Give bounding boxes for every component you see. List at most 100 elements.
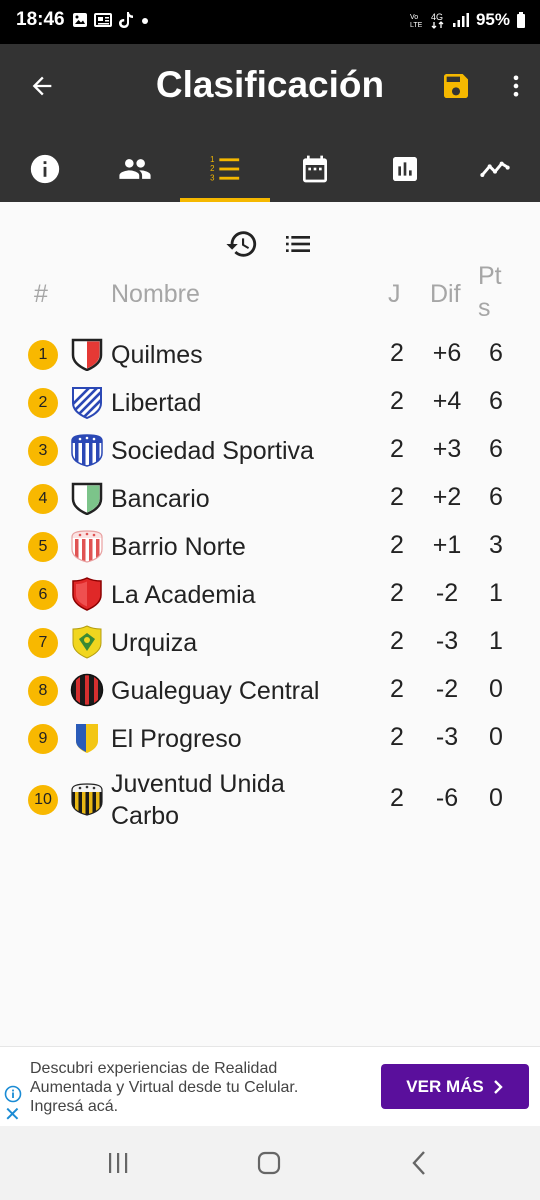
status-bar: 18:46 Vo LTE 4G 95% xyxy=(0,0,540,44)
ad-text-line: Aumentada y Virtual desde tu Celular. xyxy=(30,1079,299,1096)
difference-value: +6 xyxy=(432,339,462,367)
ad-cta-button[interactable]: VER MÁS xyxy=(381,1064,529,1109)
home-button[interactable] xyxy=(249,1146,289,1180)
save-button[interactable] xyxy=(436,66,476,106)
view-toolbar xyxy=(224,226,316,262)
bancario-crest xyxy=(71,482,103,515)
info-icon xyxy=(30,154,60,184)
save-icon xyxy=(444,74,468,98)
dot-icon xyxy=(142,18,148,24)
points-value: 3 xyxy=(489,531,503,559)
trend-icon xyxy=(480,161,510,177)
difference-value: -3 xyxy=(435,723,459,751)
table-row[interactable]: 4 Bancario 2 +2 6 xyxy=(0,475,540,523)
ad-close-icon[interactable]: ✕ xyxy=(4,1105,21,1125)
gualeguay-central-crest xyxy=(70,673,104,707)
position-badge: 3 xyxy=(28,436,58,466)
points-value: 6 xyxy=(489,435,503,463)
notification-icons xyxy=(72,11,150,29)
history-button[interactable] xyxy=(224,226,260,262)
tab-stats[interactable] xyxy=(360,136,450,202)
svg-text:Vo: Vo xyxy=(410,14,418,21)
table-row[interactable]: 8 Gualeguay Central 2 -2 0 xyxy=(0,667,540,715)
position-badge: 6 xyxy=(28,580,58,610)
position-badge: 4 xyxy=(28,484,58,514)
team-name: La Academia xyxy=(111,581,256,609)
more-vert-icon xyxy=(513,75,519,97)
header-position: # xyxy=(34,280,48,308)
header-points-line2: s xyxy=(478,294,491,322)
position-badge: 1 xyxy=(28,340,58,370)
tab-selected-indicator xyxy=(180,198,270,202)
position-badge: 8 xyxy=(28,676,58,706)
points-value: 1 xyxy=(489,579,503,607)
svg-text:LTE: LTE xyxy=(410,22,423,29)
header-points-line1: Pt xyxy=(478,262,502,290)
table-row[interactable]: 9 El Progreso 2 -3 0 xyxy=(0,715,540,763)
team-name: Urquiza xyxy=(111,629,198,657)
ad-banner[interactable]: ✕ Descubri experiencias de Realidad Aume… xyxy=(0,1046,540,1127)
standings-icon: 123 xyxy=(210,155,240,182)
team-name-line2: Carbo xyxy=(111,802,180,830)
ad-info-icon[interactable] xyxy=(4,1085,22,1103)
more-options-button[interactable] xyxy=(500,66,532,106)
tab-players[interactable] xyxy=(90,136,180,202)
played-value: 2 xyxy=(390,339,404,367)
tab-info[interactable] xyxy=(0,136,90,202)
played-value: 2 xyxy=(390,675,404,703)
table-row[interactable]: 2 Libertad 2 +4 6 xyxy=(0,379,540,427)
header-difference: Dif xyxy=(430,280,461,308)
list-icon xyxy=(286,236,310,252)
tab-trend[interactable] xyxy=(450,136,540,202)
tab-calendar[interactable] xyxy=(270,136,360,202)
points-value: 6 xyxy=(489,483,503,511)
table-row[interactable]: 7 Urquiza 2 -3 1 xyxy=(0,619,540,667)
played-value: 2 xyxy=(390,627,404,655)
points-value: 6 xyxy=(489,387,503,415)
points-value: 0 xyxy=(489,784,503,812)
svg-text:2: 2 xyxy=(210,164,214,173)
team-name: El Progreso xyxy=(111,725,242,753)
gallery-icon xyxy=(73,13,87,27)
libertad-crest xyxy=(72,387,102,419)
tab-standings[interactable]: 123 xyxy=(180,136,270,202)
chevron-right-icon xyxy=(493,1079,503,1094)
played-value: 2 xyxy=(390,435,404,463)
signal-icon xyxy=(452,13,469,27)
difference-value: -2 xyxy=(435,579,459,607)
difference-value: +3 xyxy=(432,435,462,463)
played-value: 2 xyxy=(390,723,404,751)
news-icon xyxy=(94,13,112,27)
system-back-button[interactable] xyxy=(400,1146,440,1180)
difference-value: -2 xyxy=(435,675,459,703)
team-name: Barrio Norte xyxy=(111,533,246,561)
recent-apps-button[interactable] xyxy=(98,1146,138,1180)
difference-value: +2 xyxy=(432,483,462,511)
svg-text:4G: 4G xyxy=(431,12,443,22)
list-view-button[interactable] xyxy=(280,226,316,262)
team-name: Sociedad Sportiva xyxy=(111,437,314,465)
header-played: J xyxy=(388,280,401,308)
points-value: 0 xyxy=(489,723,503,751)
difference-value: +4 xyxy=(432,387,462,415)
players-icon xyxy=(119,159,151,179)
header-name: Nombre xyxy=(111,280,200,308)
svg-text:1: 1 xyxy=(210,155,214,164)
calendar-icon xyxy=(303,155,327,183)
barrio-norte-crest xyxy=(71,530,103,563)
table-row[interactable]: 6 La Academia 2 -2 1 xyxy=(0,571,540,619)
table-row[interactable]: 10 Juventud Unida Carbo 2 -6 0 xyxy=(0,763,540,837)
volte-icon: VoLTE xyxy=(410,14,423,29)
network-4g-icon: 4G xyxy=(431,12,444,29)
table-row[interactable]: 3 Sociedad Sportiva 2 +3 6 xyxy=(0,427,540,475)
table-row[interactable]: 5 Barrio Norte 2 +1 3 xyxy=(0,523,540,571)
history-icon xyxy=(226,231,257,257)
stats-icon xyxy=(393,157,417,181)
app-bar: Clasificación 123 xyxy=(0,44,540,202)
table-row[interactable]: 1 Quilmes 2 +6 6 xyxy=(0,331,540,379)
el-progreso-crest xyxy=(76,724,98,753)
recent-apps-icon xyxy=(109,1153,128,1173)
ad-text-line: Ingresá acá. xyxy=(30,1098,119,1115)
status-time: 18:46 xyxy=(16,9,65,30)
difference-value: +1 xyxy=(432,531,462,559)
